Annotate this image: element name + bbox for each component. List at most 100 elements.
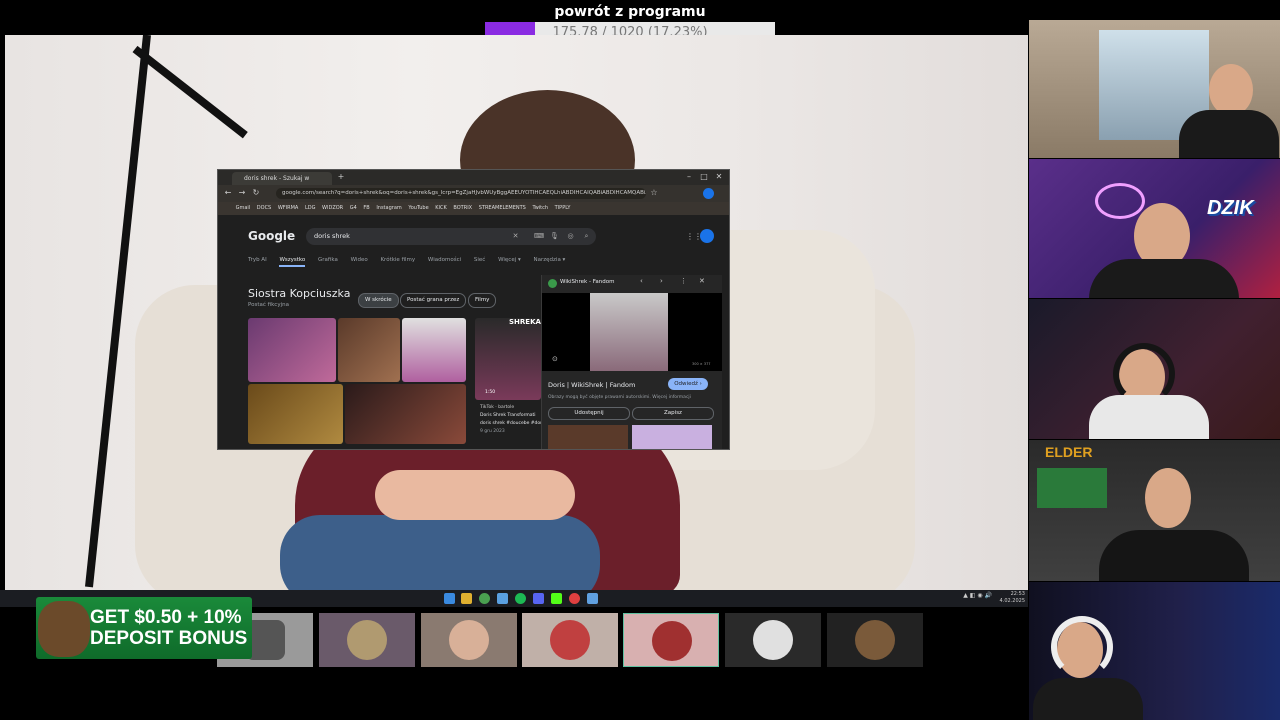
knowledge-panel-subtitle: Postać fikcyjna [248,302,289,308]
search-query: doris shrek [314,232,350,240]
bookmark-item[interactable]: KICK [435,202,447,215]
chip-overview[interactable]: W skrócie [358,293,399,308]
tab-short-videos[interactable]: Krótkie filmy [380,257,415,263]
prev-icon[interactable]: ‹ [640,277,643,285]
streamer-body [1179,110,1279,158]
avatar-face [753,620,793,660]
visit-button[interactable]: Odwiedź › [668,378,708,390]
bookmark-item[interactable]: YouTube [408,202,428,215]
tiktok-date: 9 gru 2023 [480,429,505,434]
preview-image[interactable] [590,293,668,371]
search-input[interactable]: doris shrek ✕ ⌨ 🎙 ◎ ⌕ [306,228,596,245]
back-icon[interactable]: ← [222,188,234,198]
image-result[interactable] [338,318,400,382]
app-icon[interactable] [587,593,598,604]
bookmarks-bar: Gmail DOCS WFIRMA LDG WIDZOR G4 FB Insta… [218,202,729,215]
bookmark-item[interactable]: FB [363,202,369,215]
minimize-icon[interactable]: – [683,172,695,182]
video-duration: 1:50 [485,390,496,395]
image-result[interactable] [248,384,343,444]
kick-icon[interactable] [551,593,562,604]
tab-ai-mode[interactable]: Tryb AI [248,257,267,263]
bookmark-star-icon[interactable]: ☆ [648,188,660,198]
avatar-face [855,620,895,660]
tiktok-source: TikTok · bartole [480,405,515,410]
lens-icon[interactable]: ◎ [566,232,575,241]
discord-icon[interactable] [533,593,544,604]
share-button[interactable]: Udostępnij [548,407,630,420]
tab-tools[interactable]: Narzędzia ▾ [534,257,566,263]
new-tab-icon[interactable]: + [335,172,347,182]
google-logo[interactable]: Google [248,229,295,243]
viewer-avatar-tile-active [623,613,719,667]
tiktok-title[interactable]: Doris Shrek Transformati [480,413,536,418]
avatar-face [550,620,590,660]
obs-icon[interactable] [569,593,580,604]
tab-videos[interactable]: Wideo [351,257,368,263]
image-result[interactable] [248,318,336,382]
maximize-icon[interactable]: □ [698,172,710,182]
bookmark-item[interactable]: G4 [350,202,357,215]
start-icon[interactable] [444,593,455,604]
tab-more[interactable]: Więcej ▾ [498,257,521,263]
browser-tab[interactable]: doris shrek - Szukaj w Google [232,172,332,195]
image-result[interactable] [402,318,466,382]
webcam-3 [1029,299,1280,439]
mic-boom [132,45,248,139]
more-icon[interactable]: ⋮ [680,277,687,285]
chip-films[interactable]: Filmy [468,293,497,308]
deposit-bonus-ad[interactable]: GET $0.50 + 10% DEPOSIT BONUS [36,597,252,659]
tab-images[interactable]: Grafika [318,257,338,263]
bookmark-item[interactable]: Twitch [532,202,548,215]
bookmark-item[interactable]: DOCS [257,202,271,215]
bookmark-item[interactable]: Gmail [236,202,251,215]
chip-played-by[interactable]: Postać grana przez [400,293,467,308]
viewer-avatar-tile [522,613,618,667]
related-image[interactable] [548,425,628,449]
knowledge-panel-title: Siostra Kopciuszka [248,287,351,300]
lens-search-icon[interactable]: ⊙ [552,355,558,363]
bookmark-item[interactable]: Instagram [376,202,401,215]
system-tray-icons[interactable]: ▲ ◧ ◉ 🔊 [963,592,992,599]
dzik-logo-text: DZIK [1207,197,1254,219]
tiktok-video-thumb[interactable]: SHREKA 1:50 [475,318,541,400]
bookmark-item[interactable]: WFIRMA [278,202,299,215]
search-icon[interactable]: ⌕ [582,232,591,241]
google-results-page: Google doris shrek ✕ ⌨ 🎙 ◎ ⌕ ⋮⋮ Tryb AI … [218,215,729,449]
forward-icon[interactable]: → [236,188,248,198]
mic-icon[interactable]: 🎙 [550,232,559,241]
avatar-face [449,620,489,660]
bookmark-item[interactable]: STREAMELEMENTS [479,202,526,215]
related-image[interactable] [632,425,712,449]
ad-line-1: GET $0.50 + 10% [90,607,242,628]
clear-icon[interactable]: ✕ [511,232,520,241]
fandom-favicon [548,279,557,288]
telegram-icon[interactable] [497,593,508,604]
clock[interactable]: 22:53 4.02.2025 [1000,591,1025,605]
next-icon[interactable]: › [660,277,663,285]
keyboard-icon[interactable]: ⌨ [534,232,544,241]
bookmark-item[interactable]: BOTRIX [453,202,472,215]
streamer-body [1089,259,1239,298]
bookmark-item[interactable]: TIPPLY [555,202,571,215]
bookmark-item[interactable]: WIDZOR [322,202,343,215]
bookmark-item[interactable]: LDG [305,202,316,215]
close-panel-icon[interactable]: ✕ [699,277,705,285]
file-explorer-icon[interactable] [461,593,472,604]
tab-web[interactable]: Sieć [474,257,485,263]
tab-all[interactable]: Wszystko [279,257,306,267]
spotify-icon[interactable] [515,593,526,604]
tab-news[interactable]: Wiadomości [428,257,461,263]
reload-icon[interactable]: ↻ [250,188,262,198]
close-window-icon[interactable]: ✕ [713,172,725,182]
chrome-icon[interactable] [479,593,490,604]
profile-avatar[interactable] [703,188,714,199]
browser-window[interactable]: doris shrek - Szukaj w Google + – □ ✕ ← … [217,169,730,450]
url-field[interactable]: google.com/search?q=doris+shrek&oq=doris… [276,188,646,199]
preview-source[interactable]: WikiShrek - Fandom [560,279,614,285]
account-avatar[interactable] [700,229,714,243]
save-button[interactable]: Zapisz [632,407,714,420]
preview-title[interactable]: Doris | WikiShrek | Fandom [548,381,635,389]
image-result[interactable] [345,384,466,444]
person-hands [375,470,575,520]
